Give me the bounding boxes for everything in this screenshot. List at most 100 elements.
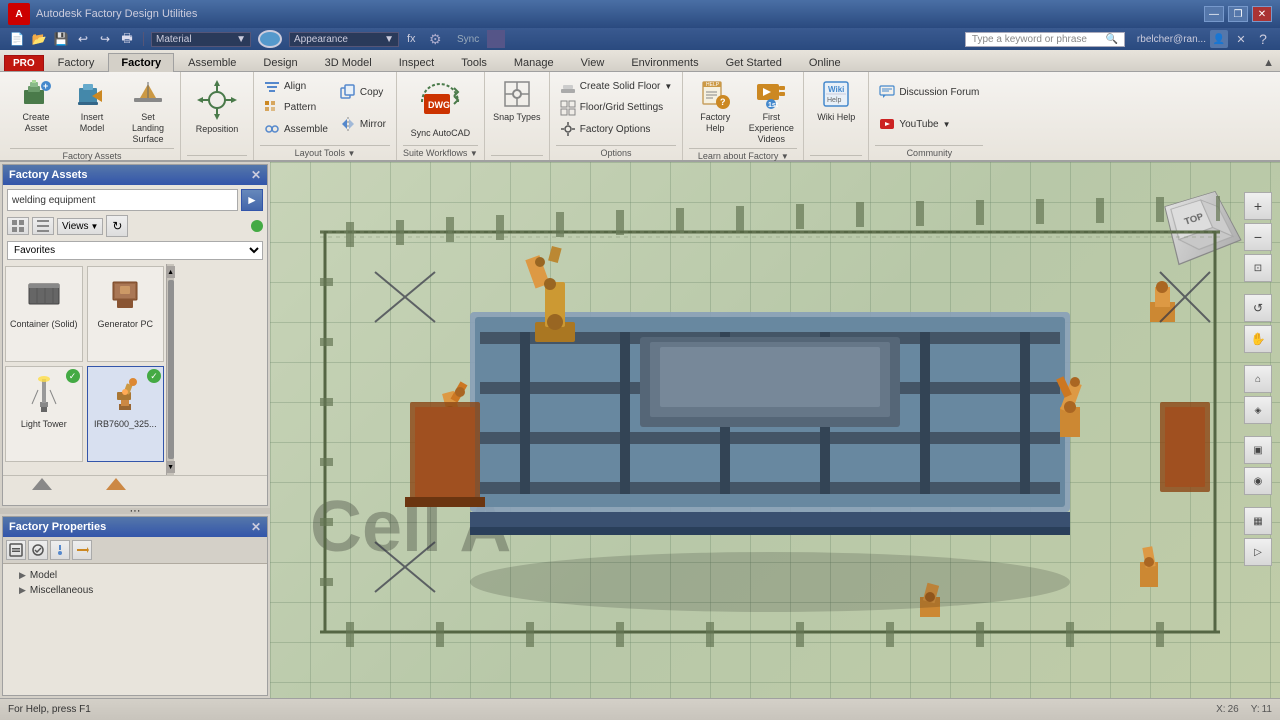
material-selector[interactable]: Material ▼ <box>151 32 251 47</box>
views-dropdown-button[interactable]: Views ▼ <box>57 218 103 235</box>
props-btn-2[interactable] <box>28 540 48 560</box>
youtube-button[interactable]: YouTube ▼ <box>875 114 983 134</box>
wiki-help-label: Wiki Help <box>817 112 855 123</box>
scroll-thumb[interactable] <box>168 280 174 459</box>
ribbon-group-factory-assets: + Create Asset Insert Model <box>4 72 181 160</box>
tab-view[interactable]: View <box>568 53 618 71</box>
open-button[interactable]: 📂 <box>30 30 48 48</box>
align-button[interactable]: Align <box>260 77 332 97</box>
pan-button[interactable]: ✋ <box>1244 325 1272 353</box>
print-button[interactable]: 🖶 <box>118 30 136 48</box>
assets-scrollbar[interactable]: ▲ ▼ <box>166 264 174 475</box>
props-btn-4[interactable] <box>72 540 92 560</box>
set-landing-surface-button[interactable]: Set Landing Surface <box>122 76 174 146</box>
tab-factory[interactable]: Factory <box>45 53 108 71</box>
factory-properties-close-button[interactable]: ✕ <box>251 520 261 534</box>
pattern-button[interactable]: Pattern <box>260 98 332 118</box>
display-mode-button[interactable]: ▣ <box>1244 436 1272 464</box>
restore-button[interactable]: ❐ <box>1228 6 1248 22</box>
refresh-button[interactable]: ↻ <box>106 215 128 237</box>
assemble-button[interactable]: Assemble <box>260 119 332 139</box>
scroll-up-button[interactable]: ▲ <box>167 266 175 278</box>
tab-tools[interactable]: Tools <box>448 53 500 71</box>
mirror-icon <box>340 116 356 132</box>
sync-indicator <box>487 30 505 48</box>
scroll-down-button[interactable]: ▼ <box>167 461 175 473</box>
close-button[interactable]: ✕ <box>1252 6 1272 22</box>
insert-model-label: Insert Model <box>68 112 116 134</box>
floor-grid-settings-button[interactable]: Floor/Grid Settings <box>556 98 677 118</box>
coord-y-value: 11 <box>1262 704 1272 715</box>
tree-item-miscellaneous[interactable]: ▶ Miscellaneous <box>7 583 263 598</box>
favorites-dropdown[interactable]: Favorites All <box>7 241 263 260</box>
asset-item-light-tower[interactable]: ✓ Light Tower <box>5 366 83 462</box>
assembly-scene <box>320 182 1220 698</box>
appearance-selector[interactable]: Appearance ▼ <box>289 32 399 47</box>
props-btn-1[interactable] <box>6 540 26 560</box>
tab-online[interactable]: Online <box>796 53 854 71</box>
asset-search-go-button[interactable]: ► <box>241 189 263 211</box>
discussion-forum-button[interactable]: Discussion Forum <box>875 82 983 102</box>
viewport[interactable]: _ □ ✕ TOP <box>270 162 1280 698</box>
tab-manage[interactable]: Manage <box>501 53 567 71</box>
zoom-in-button[interactable]: + <box>1244 192 1272 220</box>
save-button[interactable]: 💾 <box>52 30 70 48</box>
toolbar-separator-4 <box>1244 498 1272 504</box>
material-color-swatch[interactable] <box>258 30 282 48</box>
help-button[interactable]: ? <box>1254 30 1272 48</box>
close-session-button[interactable]: ✕ <box>1232 30 1250 48</box>
tile-view-button[interactable] <box>7 217 29 235</box>
tab-3dmodel[interactable]: 3D Model <box>312 53 385 71</box>
right-panel-toggle[interactable]: ▷ <box>1244 538 1272 566</box>
copy-button[interactable]: Copy <box>336 82 390 102</box>
fit-view-button[interactable]: ⊡ <box>1244 254 1272 282</box>
props-btn-3[interactable] <box>50 540 70 560</box>
tab-inspect[interactable]: Inspect <box>386 53 447 71</box>
asset-item-generator-pc[interactable]: Generator PC <box>87 266 165 362</box>
minimize-button[interactable]: — <box>1204 6 1224 22</box>
new-button[interactable]: 📄 <box>8 30 26 48</box>
factory-options-button[interactable]: Factory Options <box>556 119 677 139</box>
settings-icon[interactable]: ⚙ <box>429 31 445 47</box>
tab-design[interactable]: Design <box>250 53 310 71</box>
reposition-button[interactable]: Reposition <box>187 76 247 137</box>
list-view-button[interactable] <box>32 217 54 235</box>
tree-item-model[interactable]: ▶ Model <box>7 568 263 583</box>
first-experience-videos-button[interactable]: 1st First Experience Videos <box>745 76 797 146</box>
ribbon-toggle-button[interactable]: ▲ <box>1257 55 1280 71</box>
snap-types-button[interactable]: Snap Types <box>491 76 543 125</box>
ground-shadow-button[interactable]: ▦ <box>1244 507 1272 535</box>
visual-style-button[interactable]: ◉ <box>1244 467 1272 495</box>
tab-get-started[interactable]: Get Started <box>713 53 795 71</box>
tab-assemble[interactable]: Assemble <box>175 53 249 71</box>
ribbon-group-reposition: Reposition <box>181 72 254 160</box>
tree-expand-model: ▶ <box>19 570 26 581</box>
tab-factory-main[interactable]: Factory <box>108 53 174 72</box>
zoom-out-button[interactable]: − <box>1244 223 1272 251</box>
projection-button[interactable]: ◈ <box>1244 396 1272 424</box>
orbit-button[interactable]: ↺ <box>1244 294 1272 322</box>
tab-environments[interactable]: Environments <box>618 53 711 71</box>
home-view-button[interactable]: ⌂ <box>1244 365 1272 393</box>
asset-item-irb7600[interactable]: ✓ IRB7600_325... <box>87 366 165 462</box>
undo-button[interactable]: ↩ <box>74 30 92 48</box>
asset-search-input[interactable] <box>7 189 238 211</box>
asset-item-container-solid[interactable]: Container (Solid) <box>5 266 83 362</box>
sync-autocad-button[interactable]: DWG Sync AutoCAD <box>408 76 472 141</box>
create-solid-floor-dropdown-icon: ▼ <box>664 82 672 91</box>
toolbar-separator-2 <box>1244 356 1272 362</box>
factory-assets-close-button[interactable]: ✕ <box>251 168 261 182</box>
keyword-search-box[interactable]: Type a keyword or phrase 🔍 <box>965 32 1125 47</box>
mirror-button[interactable]: Mirror <box>336 114 390 134</box>
create-asset-button[interactable]: + Create Asset <box>10 76 62 136</box>
redo-button[interactable]: ↪ <box>96 30 114 48</box>
factory-help-button[interactable]: HELP ? Factory Help <box>689 76 741 136</box>
floor-grid-settings-label: Floor/Grid Settings <box>580 102 663 113</box>
options-col: Create Solid Floor ▼ Floor/Grid Settings <box>556 76 677 140</box>
panel-resize-handle[interactable]: ··· <box>0 508 270 514</box>
create-solid-floor-button[interactable]: Create Solid Floor ▼ <box>556 77 677 97</box>
tab-pro[interactable]: PRO <box>4 55 44 71</box>
ribbon-group-community-content: Discussion Forum YouTube ▼ <box>875 76 983 145</box>
insert-model-button[interactable]: Insert Model <box>66 76 118 136</box>
wiki-help-button[interactable]: Wiki Help Wiki Help <box>810 76 862 125</box>
